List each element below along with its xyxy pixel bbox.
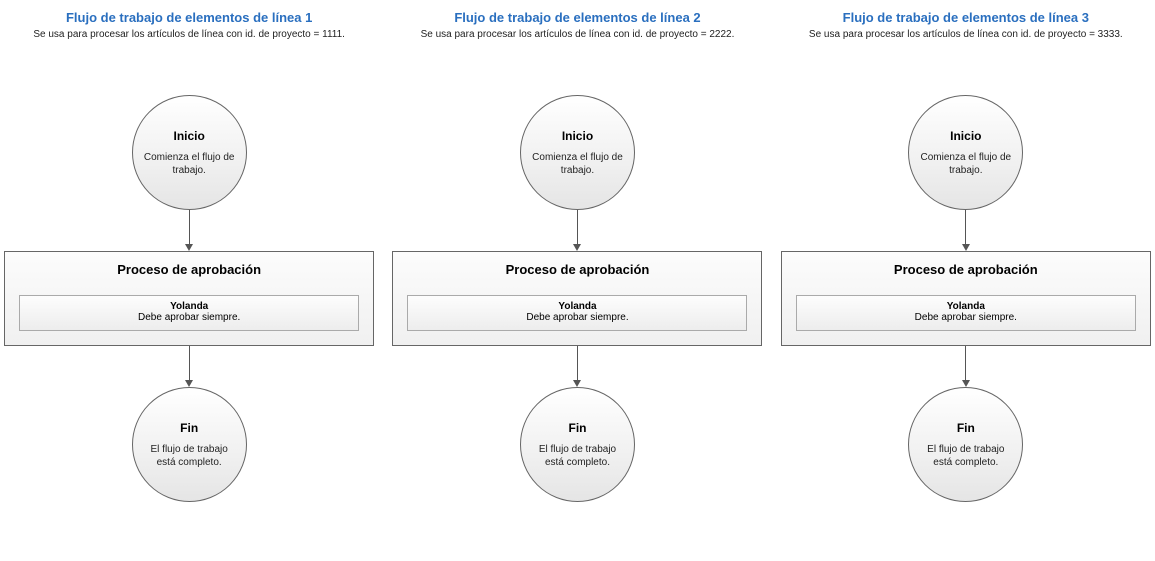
approver-rule: Debe aprobar siempre.	[408, 312, 746, 323]
approver-name: Yolanda	[408, 301, 746, 312]
start-node: Inicio Comienza el flujo de trabajo.	[132, 95, 247, 210]
start-text: Comienza el flujo de trabajo.	[141, 151, 238, 177]
approver-rule: Debe aprobar siempre.	[797, 312, 1135, 323]
arrow-down-icon	[185, 210, 193, 251]
workflow-col-1: Flujo de trabajo de elementos de línea 1…	[4, 10, 374, 502]
approver-rule: Debe aprobar siempre.	[20, 312, 358, 323]
workflow-col-2: Flujo de trabajo de elementos de línea 2…	[392, 10, 762, 502]
end-text: El flujo de trabajo está completo.	[917, 443, 1014, 469]
end-text: El flujo de trabajo está completo.	[529, 443, 626, 469]
arrow-down-icon	[185, 346, 193, 387]
process-title: Proceso de aprobación	[894, 262, 1038, 277]
end-title: Fin	[180, 421, 198, 435]
workflow-subtitle: Se usa para procesar los artículos de lí…	[809, 29, 1123, 40]
start-node: Inicio Comienza el flujo de trabajo.	[520, 95, 635, 210]
end-node: Fin El flujo de trabajo está completo.	[520, 387, 635, 502]
start-title: Inicio	[173, 129, 204, 143]
approval-process-box: Proceso de aprobación Yolanda Debe aprob…	[392, 251, 762, 346]
approver-box: Yolanda Debe aprobar siempre.	[796, 295, 1136, 331]
end-text: El flujo de trabajo está completo.	[141, 443, 238, 469]
arrow-down-icon	[573, 346, 581, 387]
start-node: Inicio Comienza el flujo de trabajo.	[908, 95, 1023, 210]
approval-process-box: Proceso de aprobación Yolanda Debe aprob…	[781, 251, 1151, 346]
end-node: Fin El flujo de trabajo está completo.	[132, 387, 247, 502]
workflow-row: Flujo de trabajo de elementos de línea 1…	[0, 10, 1155, 502]
approval-process-box: Proceso de aprobación Yolanda Debe aprob…	[4, 251, 374, 346]
approver-box: Yolanda Debe aprobar siempre.	[19, 295, 359, 331]
approver-box: Yolanda Debe aprobar siempre.	[407, 295, 747, 331]
workflow-col-3: Flujo de trabajo de elementos de línea 3…	[781, 10, 1151, 502]
workflow-title: Flujo de trabajo de elementos de línea 2	[454, 10, 700, 25]
end-title: Fin	[568, 421, 586, 435]
start-text: Comienza el flujo de trabajo.	[529, 151, 626, 177]
approver-name: Yolanda	[20, 301, 358, 312]
process-title: Proceso de aprobación	[117, 262, 261, 277]
approver-name: Yolanda	[797, 301, 1135, 312]
arrow-down-icon	[573, 210, 581, 251]
end-title: Fin	[957, 421, 975, 435]
start-title: Inicio	[950, 129, 981, 143]
start-text: Comienza el flujo de trabajo.	[917, 151, 1014, 177]
workflow-subtitle: Se usa para procesar los artículos de lí…	[421, 29, 735, 40]
process-title: Proceso de aprobación	[506, 262, 650, 277]
workflow-title: Flujo de trabajo de elementos de línea 1	[66, 10, 312, 25]
workflow-title: Flujo de trabajo de elementos de línea 3	[843, 10, 1089, 25]
start-title: Inicio	[562, 129, 593, 143]
arrow-down-icon	[962, 346, 970, 387]
workflow-subtitle: Se usa para procesar los artículos de lí…	[33, 29, 345, 40]
arrow-down-icon	[962, 210, 970, 251]
end-node: Fin El flujo de trabajo está completo.	[908, 387, 1023, 502]
